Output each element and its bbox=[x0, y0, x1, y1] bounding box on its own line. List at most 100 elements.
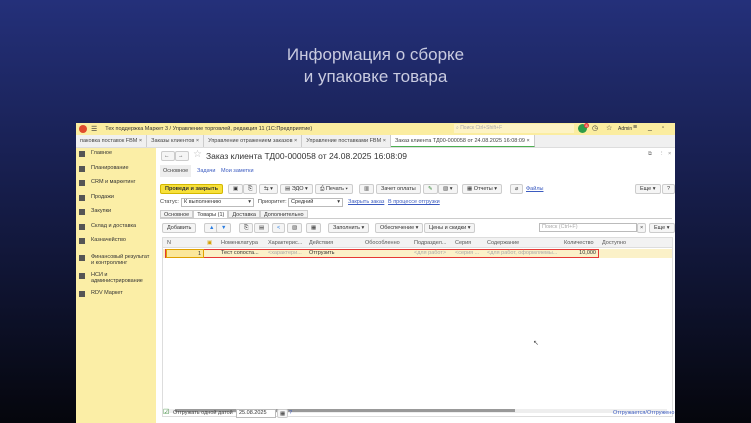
forward-button[interactable]: → bbox=[175, 151, 189, 161]
files-link[interactable]: Файлы bbox=[526, 186, 543, 192]
payment-offset-button[interactable]: Зачет оплаты bbox=[376, 184, 421, 194]
sidebar-item-treasury[interactable]: Казначейство bbox=[76, 237, 156, 252]
cell-item[interactable]: Тест сопоста... bbox=[221, 249, 266, 258]
more-vert-icon[interactable]: ⋮ bbox=[659, 151, 665, 157]
clear-search-button[interactable]: × bbox=[637, 223, 647, 233]
barcode-icon[interactable]: ▦ bbox=[306, 223, 322, 233]
col-quantity[interactable]: Количество bbox=[564, 238, 594, 248]
goods-more-button[interactable]: Еще ▾ bbox=[649, 223, 675, 233]
help-link[interactable]: ? bbox=[289, 410, 292, 416]
in-shipping-link[interactable]: В процессе отгрузки bbox=[388, 199, 440, 205]
move-down-icon[interactable]: ▼ bbox=[216, 223, 232, 233]
back-button[interactable]: ← bbox=[161, 151, 175, 161]
shipping-status-link[interactable]: Отгружается/Отгружено bbox=[613, 410, 674, 416]
col-characteristic[interactable]: Характерис... bbox=[268, 238, 302, 248]
favorites-icon[interactable]: ☆ bbox=[606, 124, 612, 132]
section-tab-goods[interactable]: Товары (1) bbox=[193, 210, 229, 218]
subtab-tasks[interactable]: Задачи bbox=[197, 168, 215, 174]
restore-button[interactable]: ▫ bbox=[662, 125, 664, 131]
reports-button[interactable]: ▦ Отчеты ▾ bbox=[462, 184, 503, 194]
archive-icon[interactable]: ▥ bbox=[359, 184, 375, 194]
ship-date-input[interactable]: 25.08.2025 bbox=[236, 409, 276, 418]
sidebar-item-sales[interactable]: Продажи bbox=[76, 194, 156, 209]
cell-content[interactable]: <для работ, оформляемы... bbox=[487, 249, 562, 258]
sidebar-item-planning[interactable]: Планирование bbox=[76, 165, 156, 180]
subtab-main[interactable]: Основное bbox=[160, 165, 192, 177]
create-based-on-button[interactable]: ⇆ ▾ bbox=[259, 184, 278, 194]
favorite-star-icon[interactable]: ☆ bbox=[193, 149, 202, 160]
table-row[interactable]: 1 Тест сопоста... <характери... Отгрузит… bbox=[163, 249, 672, 258]
calendar-icon[interactable]: ▦ bbox=[277, 409, 289, 418]
user-name[interactable]: Admin bbox=[618, 126, 632, 132]
status-label: Статус: bbox=[160, 199, 179, 205]
more-button[interactable]: Еще ▾ bbox=[635, 184, 661, 194]
tab-customer-order[interactable]: Заказ клиента ТД00-000058 от 24.08.2025 … bbox=[390, 135, 535, 147]
col-separate[interactable]: Обособленно bbox=[365, 238, 400, 248]
priority-select[interactable]: Средний ▾ bbox=[288, 198, 343, 207]
settings-icon[interactable]: ≡ bbox=[633, 124, 637, 131]
section-tab-main[interactable]: Основное bbox=[160, 210, 194, 218]
close-icon[interactable]: × bbox=[668, 151, 671, 157]
sign-icon[interactable]: ✎ bbox=[423, 184, 438, 194]
section-tab-additional[interactable]: Дополнительно bbox=[260, 210, 308, 218]
menu-icon[interactable]: ☰ bbox=[91, 125, 97, 133]
save-icon[interactable]: ▣ bbox=[228, 184, 244, 194]
sidebar-item-admin[interactable]: НСИ и администрирование bbox=[76, 270, 156, 290]
sidebar-item-finance[interactable]: Финансовый результат и контроллинг bbox=[76, 252, 156, 270]
flag-column-icon: ▣ bbox=[207, 240, 213, 246]
sidebar-item-rdv[interactable]: RDV Маркет bbox=[76, 290, 156, 305]
tab-fbm-supplies[interactable]: Управление поставками FBM × bbox=[302, 135, 391, 147]
col-actions[interactable]: Действия bbox=[309, 238, 333, 248]
section-tab-delivery[interactable]: Доставка bbox=[228, 210, 260, 218]
col-item[interactable]: Номенклатура bbox=[221, 238, 258, 248]
minimize-button[interactable]: _ bbox=[648, 124, 652, 131]
sidebar-label: Склад и доставка bbox=[91, 222, 137, 229]
cell-department[interactable]: <для работ> bbox=[414, 249, 446, 258]
slide-title-line1: Информация о сборке bbox=[286, 45, 465, 64]
col-department[interactable]: Подраздел... bbox=[414, 238, 446, 248]
cell-characteristic[interactable]: <характери... bbox=[268, 249, 308, 258]
document-title: Заказ клиента ТД00-000058 от 24.08.2025 … bbox=[206, 151, 407, 161]
tab-customer-orders[interactable]: Заказы клиентов × bbox=[147, 135, 205, 147]
link-icon[interactable]: ⧉ bbox=[648, 151, 652, 158]
post-and-close-button[interactable]: Проведи и закрыть bbox=[160, 184, 223, 194]
cell-series[interactable]: <серия ... bbox=[455, 249, 485, 258]
paperclip-icon[interactable]: ⌀ bbox=[510, 184, 524, 194]
col-n[interactable]: N bbox=[167, 238, 171, 248]
cell-quantity[interactable]: 10,000 bbox=[564, 249, 596, 258]
close-order-link[interactable]: Закрыть заказ bbox=[348, 199, 384, 205]
col-available[interactable]: Доступно bbox=[602, 238, 626, 248]
cell-n[interactable]: 1 bbox=[166, 249, 204, 258]
share-icon[interactable]: < bbox=[272, 223, 286, 233]
cell-action[interactable]: Отгрузить bbox=[309, 249, 335, 258]
sidebar-item-main[interactable]: Главное bbox=[76, 150, 156, 165]
sidebar-item-crm[interactable]: CRM и маркетинг bbox=[76, 179, 156, 194]
history-icon[interactable]: ◷ bbox=[592, 124, 598, 132]
col-content[interactable]: Содержание bbox=[487, 238, 519, 248]
post-icon[interactable]: ⎘ bbox=[243, 184, 258, 194]
col-series[interactable]: Серия bbox=[455, 238, 471, 248]
tab-order-reflection[interactable]: Управление отражением заказов × bbox=[204, 135, 303, 147]
global-search[interactable]: ⌕ Поиск Ctrl+Shift+F bbox=[454, 124, 574, 133]
select-icon[interactable]: ▧ bbox=[287, 223, 303, 233]
goods-search-input[interactable]: Поиск (Ctrl+F) bbox=[539, 223, 637, 232]
supply-button[interactable]: Обеспечение ▾ bbox=[375, 223, 424, 233]
ship-one-date-checkbox[interactable]: ☑ bbox=[163, 408, 169, 416]
rdv-icon bbox=[79, 290, 85, 297]
sidebar-item-purchases[interactable]: Закупки bbox=[76, 208, 156, 223]
prices-discounts-button[interactable]: Цены и скидки ▾ bbox=[424, 223, 476, 233]
paste-icon[interactable]: ▤ bbox=[254, 223, 270, 233]
subtab-notes[interactable]: Мои заметки bbox=[221, 168, 254, 174]
gear-icon bbox=[79, 272, 85, 279]
status-select[interactable]: К выполнению ▾ bbox=[181, 198, 254, 207]
tab-fbm-packing[interactable]: паковка поставок FBM × bbox=[76, 135, 148, 147]
edo-button[interactable]: ▤ ЭДО ▾ bbox=[280, 184, 313, 194]
attach-doc-button[interactable]: ▧ ▾ bbox=[438, 184, 458, 194]
fill-button[interactable]: Заполнить ▾ bbox=[328, 223, 370, 233]
print-button[interactable]: ⎙ Печать ▾ bbox=[315, 184, 353, 194]
copy-icon[interactable]: ⎘ bbox=[239, 223, 254, 233]
add-button[interactable]: Добавить bbox=[162, 223, 197, 233]
help-button[interactable]: ? bbox=[662, 184, 675, 194]
tab-label: Управление отражением заказов bbox=[208, 138, 293, 144]
sidebar-item-warehouse[interactable]: Склад и доставка bbox=[76, 223, 156, 238]
